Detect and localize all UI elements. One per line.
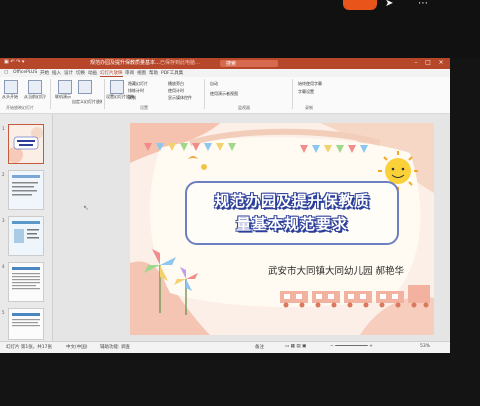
ribbon: 从头开始 从当前幻灯片开始 联机演示 自定义幻灯片放映 开始放映幻灯片 设置幻灯… bbox=[0, 77, 450, 114]
always-subtitles-checkbox[interactable]: 始终使用字幕 bbox=[298, 81, 322, 87]
play-narration-checkbox[interactable]: 播放旁白 bbox=[168, 81, 184, 87]
slide-title-line1: 规范办园及提升保教质 bbox=[214, 192, 370, 210]
present-online-icon[interactable] bbox=[58, 80, 72, 94]
custom-show-label: 自定义幻灯片放映 bbox=[72, 99, 102, 104]
divider bbox=[104, 79, 105, 109]
search-label: 搜索 bbox=[226, 61, 237, 67]
thumb-art bbox=[9, 125, 43, 163]
search-box[interactable]: 搜索 bbox=[220, 60, 278, 67]
more-icon[interactable]: ⋯ bbox=[418, 0, 428, 9]
thumb-number: 4 bbox=[2, 264, 5, 269]
accessibility-status[interactable]: 辅助功能: 调查 bbox=[100, 344, 130, 350]
divider bbox=[50, 79, 51, 109]
close-icon[interactable]: × bbox=[437, 59, 445, 67]
thumb-number: 2 bbox=[2, 172, 5, 177]
slide-thumbnail-1[interactable] bbox=[8, 124, 44, 164]
slide-author: 武安市大同镇大同幼儿园 郝艳华 bbox=[268, 266, 405, 277]
group-record: 录制 bbox=[305, 105, 313, 110]
quick-access-icons[interactable]: ▣ ↶ ↷ ▾ bbox=[4, 59, 24, 65]
tab-pdf-tools[interactable]: PDF工具集 bbox=[161, 70, 183, 76]
ribbon-tabs: ▢ OfficePLUS 开始 插入 设计 切换 动画 幻灯片放映 审阅 视图 … bbox=[0, 69, 450, 77]
group-start-show: 开始放映幻灯片 bbox=[6, 105, 34, 110]
tab-help[interactable]: 帮助 bbox=[149, 70, 158, 76]
save-status: …已保存到此电脑… bbox=[155, 60, 201, 66]
tab-design[interactable]: 设计 bbox=[64, 70, 73, 76]
share-icon[interactable]: ➤ bbox=[385, 0, 393, 9]
thumb-art bbox=[9, 309, 43, 339]
zoom-level[interactable]: 53% bbox=[420, 344, 430, 349]
presenter-view-checkbox[interactable]: 使用演示者视图 bbox=[210, 91, 238, 97]
tab-animations[interactable]: 动画 bbox=[88, 70, 97, 76]
status-bar: 幻灯片 第1张，共17张 中文(中国) 辅助功能: 调查 备注 ▭ ▦ ▤ ▣ … bbox=[0, 341, 450, 353]
group-monitors: 监视器 bbox=[238, 105, 250, 110]
from-current-label: 从当前幻灯片开始 bbox=[24, 94, 46, 99]
use-timings-checkbox[interactable]: 使用计时 bbox=[168, 88, 184, 94]
tab-home[interactable]: 开始 bbox=[40, 70, 49, 76]
language-indicator[interactable]: 中文(中国) bbox=[66, 344, 88, 350]
group-setup: 设置 bbox=[140, 105, 148, 110]
zoom-slider[interactable]: − ━━━━━━━━━━━━ + bbox=[330, 344, 373, 349]
custom-show-icon[interactable] bbox=[78, 80, 92, 94]
slide-counter: 幻灯片 第1张，共17张 bbox=[6, 345, 53, 350]
tab-file[interactable]: ▢ bbox=[4, 70, 8, 75]
from-beginning-label: 从头开始 bbox=[2, 94, 18, 99]
record-label[interactable]: 录制 bbox=[128, 95, 136, 101]
maximize-icon[interactable]: □ bbox=[424, 59, 432, 67]
slide-thumbnail-3[interactable] bbox=[8, 216, 44, 256]
thumb-art bbox=[9, 263, 43, 301]
tab-officeplus[interactable]: OfficePLUS bbox=[13, 70, 37, 75]
show-media-controls-checkbox[interactable]: 显示媒体控件 bbox=[168, 95, 192, 101]
slide-thumbnail-4[interactable] bbox=[8, 262, 44, 302]
thumb-art bbox=[9, 217, 43, 255]
tab-review[interactable]: 审阅 bbox=[125, 70, 134, 76]
title-card: 规范办园及提升保教质 量基本规范要求 bbox=[185, 181, 399, 245]
tab-slideshow[interactable]: 幻灯片放映 bbox=[100, 70, 123, 77]
divider bbox=[204, 79, 205, 109]
tab-transitions[interactable]: 切换 bbox=[76, 70, 85, 76]
minimize-icon[interactable]: – bbox=[412, 59, 420, 67]
cursor-icon: ↖ bbox=[83, 204, 89, 212]
monitor-select[interactable]: 自动 bbox=[210, 81, 218, 87]
hide-slide-label[interactable]: 隐藏幻灯片 bbox=[128, 81, 148, 87]
slide-thumbnail-2[interactable] bbox=[8, 170, 44, 210]
view-buttons[interactable]: ▭ ▦ ▤ ▣ bbox=[285, 344, 306, 349]
slide-thumbnail-pane: 1 2 3 4 5 bbox=[0, 114, 53, 341]
subtitle-settings[interactable]: 字幕设置 bbox=[298, 89, 314, 95]
from-current-icon[interactable] bbox=[28, 80, 42, 94]
document-title: 规范办园及提升保教质量基本… bbox=[90, 60, 161, 66]
orange-overlay-button[interactable] bbox=[343, 0, 377, 10]
slide-title-line2: 量基本规范要求 bbox=[235, 215, 348, 233]
thumb-number: 1 bbox=[2, 126, 5, 131]
title-bar: ▣ ↶ ↷ ▾ 规范办园及提升保教质量基本… …已保存到此电脑… 搜索 – □ … bbox=[0, 58, 450, 69]
slide-thumbnail-5[interactable] bbox=[8, 308, 44, 340]
thumb-art bbox=[9, 171, 43, 209]
video-top-bar: ➤ ⋯ bbox=[0, 0, 480, 58]
slide-preview[interactable]: 规范办园及提升保教质 量基本规范要求 武安市大同镇大同幼儿园 郝艳华 bbox=[130, 123, 434, 335]
present-online-label: 联机演示 bbox=[55, 94, 71, 99]
tab-insert[interactable]: 插入 bbox=[52, 70, 61, 76]
setup-show-icon[interactable] bbox=[110, 80, 124, 94]
notes-button[interactable]: 备注 bbox=[255, 344, 264, 350]
tab-view[interactable]: 视图 bbox=[137, 70, 146, 76]
divider bbox=[292, 79, 293, 109]
rehearse-label[interactable]: 排练计时 bbox=[128, 88, 144, 94]
thumb-number: 5 bbox=[2, 310, 5, 315]
from-beginning-icon[interactable] bbox=[4, 80, 18, 94]
thumb-number: 3 bbox=[2, 218, 5, 223]
